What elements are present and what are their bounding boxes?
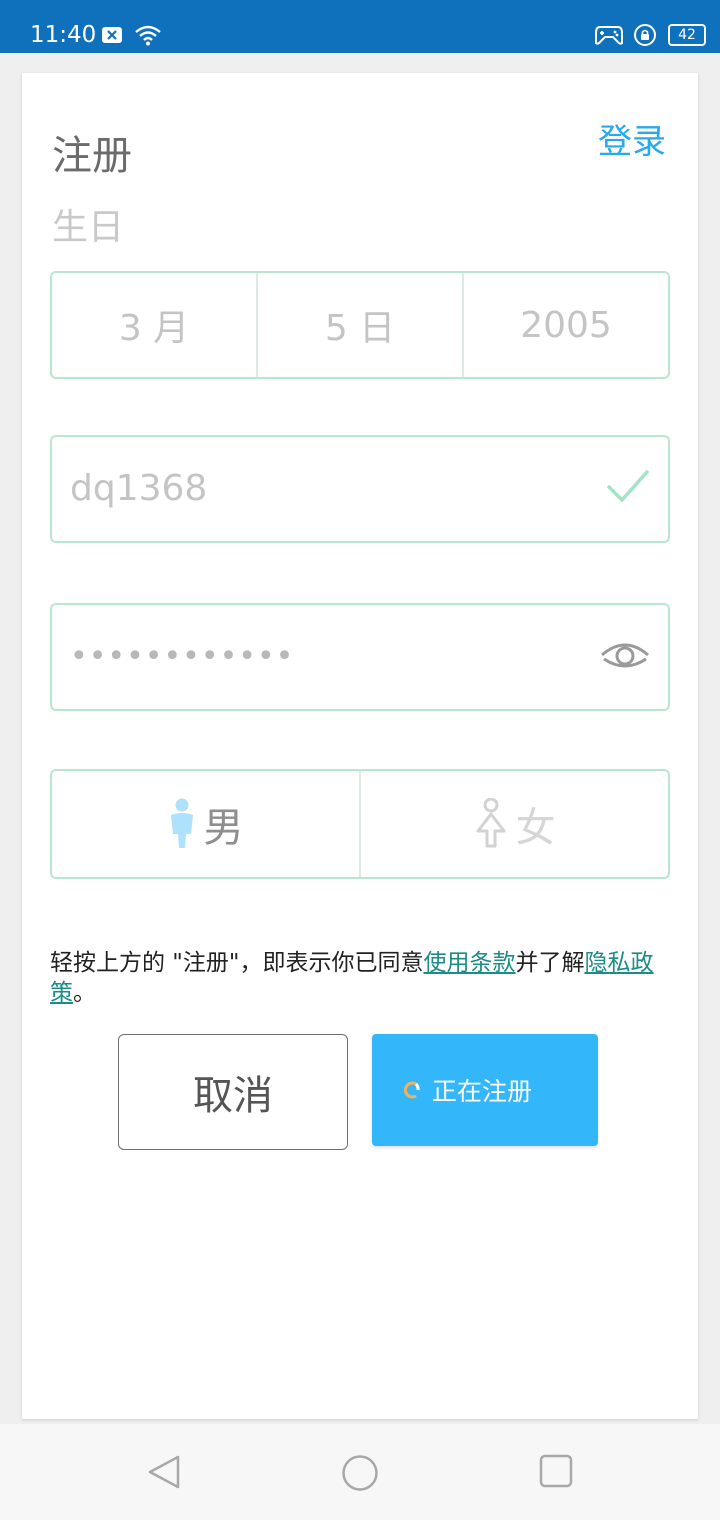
register-button-label: 正在注册	[432, 1077, 533, 1106]
terms-notice: 轻按上方的 "注册"，即表示你已同意使用条款并了解隐私政策。	[50, 948, 670, 1008]
birthday-label: 生日	[52, 207, 125, 248]
gender-female-label: 女	[515, 805, 556, 851]
game-controller-icon	[594, 26, 623, 45]
terms-text-middle: 并了解	[515, 950, 585, 976]
gender-selector: 男 女	[50, 769, 670, 879]
male-icon	[170, 798, 193, 848]
gender-male-option[interactable]: 男	[52, 771, 359, 877]
login-link[interactable]: 登录	[598, 120, 666, 164]
gender-female-option[interactable]: 女	[359, 771, 668, 877]
page-title: 注册	[52, 133, 132, 179]
recents-icon[interactable]	[539, 1454, 573, 1488]
back-icon[interactable]	[146, 1454, 182, 1490]
password-field[interactable]: ••••••••••••	[50, 603, 670, 711]
birthday-picker: 3 月 5 日 2005	[50, 271, 670, 379]
close-badge-icon	[102, 27, 122, 43]
birthday-month[interactable]: 3 月	[52, 273, 256, 377]
terms-text-before: 轻按上方的 "注册"，即表示你已同意	[50, 950, 424, 976]
wifi-icon	[135, 25, 161, 46]
terms-text-after: 。	[73, 980, 96, 1006]
status-bar: 11:40 42	[0, 0, 720, 53]
birthday-year[interactable]: 2005	[462, 273, 668, 377]
battery-icon: 42	[668, 24, 706, 46]
female-icon	[476, 798, 505, 848]
check-icon	[607, 470, 649, 503]
status-left-icons	[101, 24, 162, 46]
birthday-day[interactable]: 5 日	[256, 273, 462, 377]
username-value: dq1368	[70, 468, 208, 509]
gender-male-label: 男	[203, 805, 244, 851]
battery-level: 42	[678, 27, 696, 43]
terms-of-use-link[interactable]: 使用条款	[423, 950, 515, 976]
rotation-lock-icon	[633, 24, 656, 46]
navigation-bar	[0, 1424, 720, 1520]
cancel-button[interactable]: 取消	[118, 1034, 348, 1150]
status-time: 11:40	[30, 22, 97, 48]
username-field[interactable]: dq1368	[50, 435, 670, 543]
status-right-icons: 42	[594, 23, 706, 47]
register-button[interactable]: 正在注册	[372, 1034, 598, 1146]
register-card: 注册 登录 生日 3 月 5 日 2005 dq1368 •••••••••••…	[22, 73, 698, 1419]
loading-spinner-icon	[404, 1081, 420, 1099]
eye-icon[interactable]	[600, 635, 650, 675]
password-value: ••••••••••••	[70, 639, 295, 674]
home-icon[interactable]	[341, 1454, 379, 1492]
